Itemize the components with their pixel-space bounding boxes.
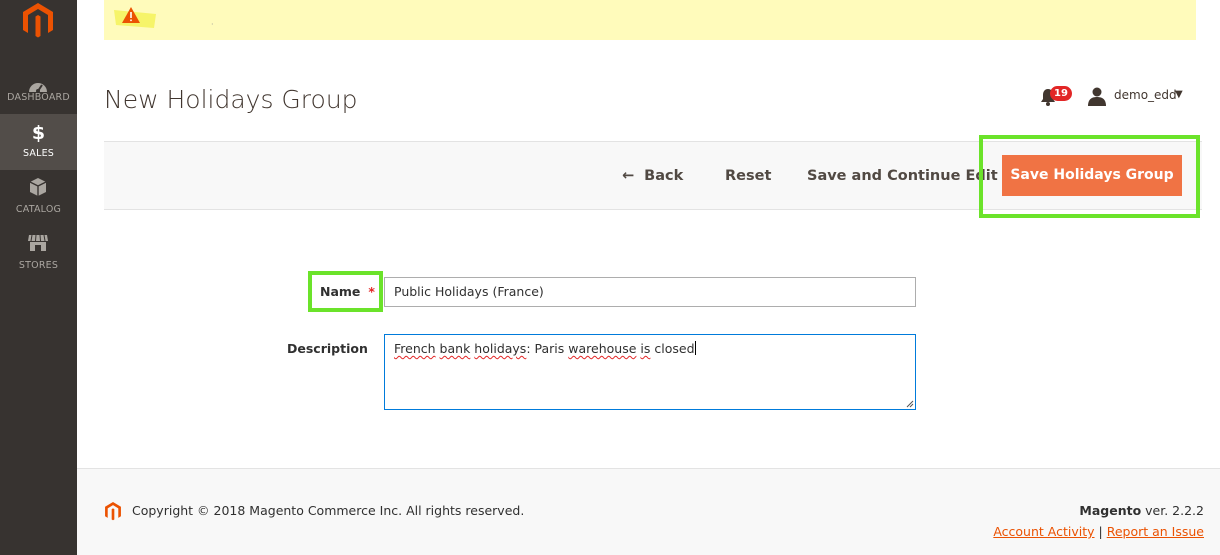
chevron-down-icon[interactable]: ▼ [1175,89,1183,100]
sidebar-item-catalog[interactable]: CATALOG [0,170,77,226]
notifications-count-badge[interactable]: 19 [1050,86,1072,101]
dollar-icon: $ [31,122,46,144]
system-message-bar [104,0,1196,40]
arrow-left-icon: ← [622,168,635,184]
description-word: : Paris [526,341,565,356]
description-word: warehouse [568,341,637,356]
magento-version: Magento ver. 2.2.2 [1079,503,1204,518]
sidebar-item-stores[interactable]: STORES [0,226,77,282]
description-word: bank [439,341,471,356]
user-avatar-icon[interactable] [1088,87,1106,106]
text-caret [694,341,696,355]
name-input[interactable]: Public Holidays (France) [384,277,916,307]
admin-sidebar: DASHBOARD $ SALES CATALOG STORES [0,0,77,555]
box-icon [29,178,47,196]
admin-user-menu[interactable]: demo_edd [1114,88,1177,102]
sidebar-item-label: SALES [22,148,55,159]
back-button[interactable]: ← Back [622,165,683,187]
sidebar-item-label: STORES [18,260,59,271]
version-text: ver. 2.2.2 [1145,503,1204,518]
resize-handle-icon[interactable] [906,400,914,408]
store-icon [28,234,48,251]
reset-button[interactable]: Reset [725,165,771,187]
description-label: Description [287,341,368,356]
brand-name: Magento [1079,503,1142,518]
highlight-box-name [308,271,383,312]
link-separator: | [1098,524,1103,539]
sidebar-item-sales[interactable]: $ SALES [0,114,77,170]
sidebar-item-label: CATALOG [15,204,62,215]
description-textarea[interactable]: French bank holidays: Paris warehouse is… [384,334,916,410]
description-word: is [640,341,651,356]
back-label: Back [644,168,684,184]
notice-mark: · [211,20,214,29]
description-word: holidays [474,341,527,356]
page-title: New Holidays Group [104,85,358,114]
save-and-continue-button[interactable]: Save and Continue Edit [807,165,998,187]
footer-links: Account Activity | Report an Issue [993,524,1204,539]
description-word: French [394,341,436,356]
copyright-text: Copyright © 2018 Magento Commerce Inc. A… [132,503,525,518]
description-word: closed [654,341,695,356]
highlight-box-save [979,135,1200,218]
magento-logo-icon[interactable] [21,2,55,40]
warning-icon [114,7,156,28]
account-activity-link[interactable]: Account Activity [993,524,1094,539]
sidebar-item-label: DASHBOARD [7,92,70,103]
magento-footer-logo-icon [105,501,121,521]
report-issue-link[interactable]: Report an Issue [1107,524,1204,539]
